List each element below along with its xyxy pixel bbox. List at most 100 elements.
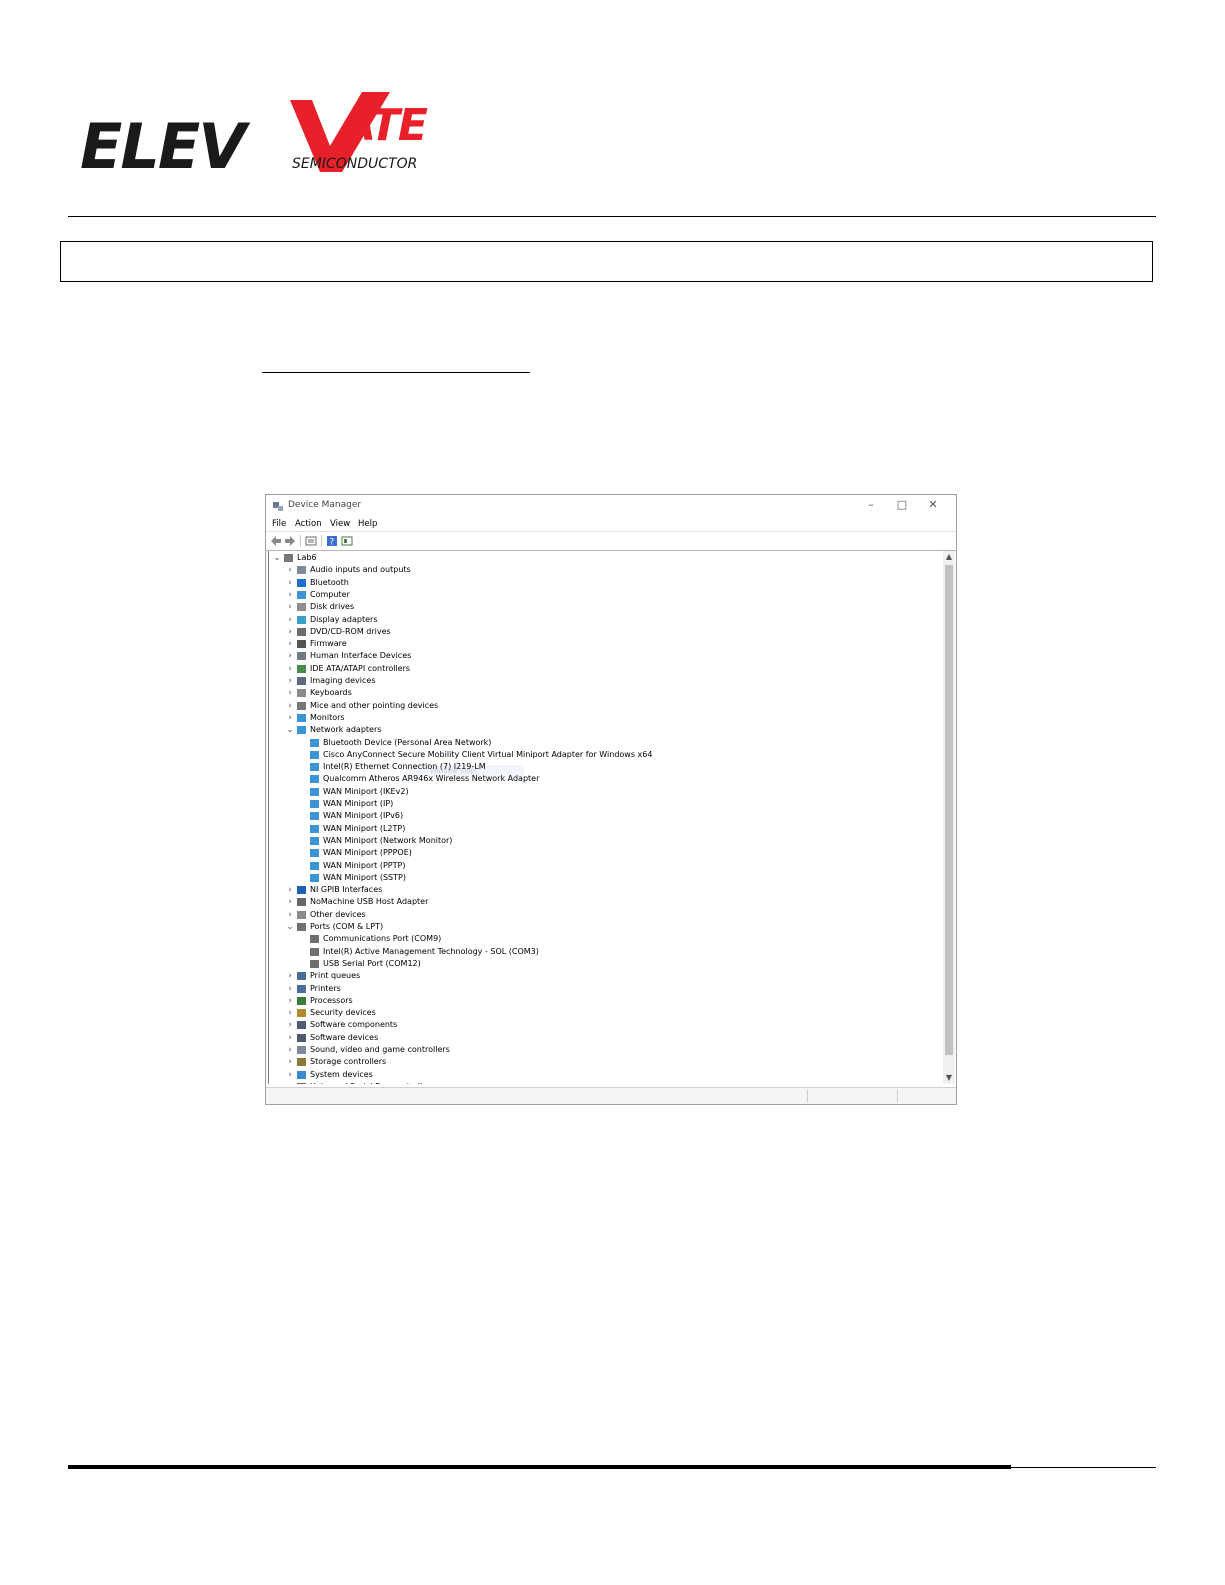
tree-category[interactable]: › System devices bbox=[269, 1069, 929, 1081]
chevron-right-icon[interactable]: › bbox=[286, 650, 294, 662]
maximize-button[interactable]: □ bbox=[887, 495, 917, 515]
chevron-right-icon[interactable]: › bbox=[286, 712, 294, 724]
folder-icon bbox=[297, 1071, 306, 1079]
tree-category[interactable]: › Storage controllers bbox=[269, 1056, 929, 1068]
tree-root-computer[interactable]: ⌄ Lab6 bbox=[269, 552, 929, 564]
tree-device[interactable]: WAN Miniport (IP) bbox=[269, 798, 929, 810]
minimize-button[interactable]: – bbox=[856, 495, 886, 515]
tree-category[interactable]: › Disk drives bbox=[269, 601, 929, 613]
tree-device[interactable]: WAN Miniport (PPTP) bbox=[269, 860, 929, 872]
tree-category[interactable]: › NoMachine USB Host Adapter bbox=[269, 896, 929, 908]
tree-category[interactable]: › Computer bbox=[269, 589, 929, 601]
status-bar bbox=[266, 1087, 956, 1104]
tree-category[interactable]: › Mice and other pointing devices bbox=[269, 700, 929, 712]
chevron-right-icon[interactable]: › bbox=[286, 663, 294, 675]
tree-category[interactable]: › Imaging devices bbox=[269, 675, 929, 687]
tree-device[interactable]: WAN Miniport (Network Monitor) bbox=[269, 835, 929, 847]
svg-text:?: ? bbox=[330, 538, 335, 548]
menu-view[interactable]: View bbox=[330, 519, 350, 529]
tree-device[interactable]: Cisco AnyConnect Secure Mobility Client … bbox=[269, 749, 929, 761]
chevron-down-icon[interactable]: ⌄ bbox=[286, 921, 294, 933]
chevron-right-icon[interactable]: › bbox=[286, 1056, 294, 1068]
scroll-up-arrow-icon[interactable]: ▲ bbox=[943, 551, 955, 563]
scroll-down-arrow-icon[interactable]: ▼ bbox=[943, 1072, 955, 1084]
chevron-right-icon[interactable]: › bbox=[286, 675, 294, 687]
chevron-right-icon[interactable]: › bbox=[286, 970, 294, 982]
chevron-right-icon[interactable]: › bbox=[286, 983, 294, 995]
tree-device[interactable]: WAN Miniport (L2TP) bbox=[269, 823, 929, 835]
menu-file[interactable]: File bbox=[272, 519, 286, 529]
tree-category[interactable]: › Human Interface Devices bbox=[269, 650, 929, 662]
vertical-scrollbar[interactable]: ▲ ▼ bbox=[943, 551, 955, 1084]
forward-arrow-icon[interactable] bbox=[284, 535, 296, 547]
tree-category[interactable]: › Other devices bbox=[269, 909, 929, 921]
tree-category[interactable]: › Keyboards bbox=[269, 687, 929, 699]
menu-help[interactable]: Help bbox=[358, 519, 377, 529]
close-button[interactable]: ✕ bbox=[918, 495, 948, 515]
unknown-device-icon bbox=[297, 911, 306, 919]
chevron-right-icon[interactable]: › bbox=[286, 1081, 294, 1084]
tree-category[interactable]: › Security devices bbox=[269, 1007, 929, 1019]
tree-device[interactable]: WAN Miniport (IPv6) bbox=[269, 810, 929, 822]
tree-category[interactable]: › Software components bbox=[269, 1019, 929, 1031]
tree-category[interactable]: › Sound, video and game controllers bbox=[269, 1044, 929, 1056]
device-tree[interactable]: Window Snip ⌄ Lab6 › Audio inputs and outpu… bbox=[268, 551, 940, 1084]
tree-item-label: Imaging devices bbox=[310, 676, 376, 685]
tree-device[interactable]: USB Serial Port (COM12) bbox=[269, 958, 929, 970]
chevron-right-icon[interactable]: › bbox=[286, 896, 294, 908]
chevron-right-icon[interactable]: › bbox=[286, 614, 294, 626]
tree-category[interactable]: › Universal Serial Bus controllers bbox=[269, 1081, 929, 1084]
tree-category[interactable]: › Processors bbox=[269, 995, 929, 1007]
chevron-right-icon[interactable]: › bbox=[286, 638, 294, 650]
chevron-right-icon[interactable]: › bbox=[286, 1044, 294, 1056]
scrollbar-thumb[interactable] bbox=[945, 565, 953, 1055]
chevron-right-icon[interactable]: › bbox=[286, 995, 294, 1007]
chevron-right-icon[interactable]: › bbox=[286, 601, 294, 613]
tree-category[interactable]: › Bluetooth bbox=[269, 577, 929, 589]
tree-category[interactable]: › Software devices bbox=[269, 1032, 929, 1044]
chevron-down-icon[interactable]: ⌄ bbox=[273, 552, 281, 564]
tree-device[interactable]: Bluetooth Device (Personal Area Network) bbox=[269, 737, 929, 749]
tree-category[interactable]: › Print queues bbox=[269, 970, 929, 982]
chevron-right-icon[interactable]: › bbox=[286, 589, 294, 601]
tree-device[interactable]: Intel(R) Active Management Technology - … bbox=[269, 946, 929, 958]
back-arrow-icon[interactable] bbox=[270, 535, 282, 547]
chevron-right-icon[interactable]: › bbox=[286, 687, 294, 699]
tree-category[interactable]: › Monitors bbox=[269, 712, 929, 724]
menu-action[interactable]: Action bbox=[295, 519, 322, 529]
chevron-down-icon[interactable]: ⌄ bbox=[286, 724, 294, 736]
chevron-right-icon[interactable]: › bbox=[286, 1032, 294, 1044]
tree-device[interactable]: WAN Miniport (SSTP) bbox=[269, 872, 929, 884]
chevron-right-icon[interactable]: › bbox=[286, 909, 294, 921]
chevron-right-icon[interactable]: › bbox=[286, 577, 294, 589]
chevron-right-icon[interactable]: › bbox=[286, 1007, 294, 1019]
tree-category[interactable]: › Firmware bbox=[269, 638, 929, 650]
tree-device[interactable]: Communications Port (COM9) bbox=[269, 933, 929, 945]
title-bar[interactable]: Device Manager – □ ✕ bbox=[266, 495, 956, 517]
tree-category[interactable]: › Audio inputs and outputs bbox=[269, 564, 929, 576]
tree-category[interactable]: › NI GPIB Interfaces bbox=[269, 884, 929, 896]
tree-category[interactable]: ⌄ Ports (COM & LPT) bbox=[269, 921, 929, 933]
tree-device[interactable]: Intel(R) Ethernet Connection (7) I219-LM bbox=[269, 761, 929, 773]
tree-category[interactable]: › IDE ATA/ATAPI controllers bbox=[269, 663, 929, 675]
chevron-right-icon[interactable]: › bbox=[286, 564, 294, 576]
network-icon bbox=[297, 726, 306, 734]
tree-item-label: WAN Miniport (Network Monitor) bbox=[323, 836, 453, 845]
tree-device[interactable]: WAN Miniport (IKEv2) bbox=[269, 786, 929, 798]
toolbar-separator bbox=[300, 535, 301, 547]
tree-device[interactable]: WAN Miniport (PPPOE) bbox=[269, 847, 929, 859]
tree-category[interactable]: › Printers bbox=[269, 983, 929, 995]
tree-category[interactable]: ⌄ Network adapters bbox=[269, 724, 929, 736]
properties-view-icon[interactable] bbox=[305, 535, 317, 547]
chevron-right-icon[interactable]: › bbox=[286, 626, 294, 638]
chevron-right-icon[interactable]: › bbox=[286, 884, 294, 896]
tree-category[interactable]: › DVD/CD-ROM drives bbox=[269, 626, 929, 638]
chevron-right-icon[interactable]: › bbox=[286, 1019, 294, 1031]
tree-item-label: Keyboards bbox=[310, 688, 352, 697]
device-view-icon[interactable] bbox=[341, 535, 353, 547]
tree-device[interactable]: Qualcomm Atheros AR946x Wireless Network… bbox=[269, 773, 929, 785]
tree-category[interactable]: › Display adapters bbox=[269, 614, 929, 626]
chevron-right-icon[interactable]: › bbox=[286, 1069, 294, 1081]
chevron-right-icon[interactable]: › bbox=[286, 700, 294, 712]
help-icon[interactable]: ? bbox=[326, 535, 338, 547]
